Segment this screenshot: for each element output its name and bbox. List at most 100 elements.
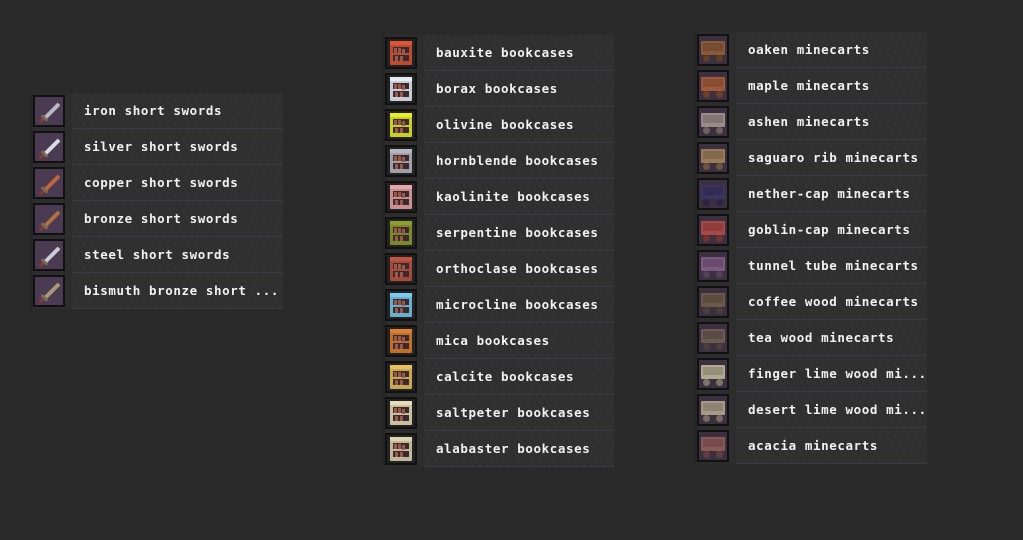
item-label-cell: desert lime wood mi... [736,392,927,428]
list-item[interactable]: hornblende bookcases [382,143,614,179]
list-item[interactable]: kaolinite bookcases [382,179,614,215]
list-item[interactable]: desert lime wood mi... [694,392,927,428]
list-item[interactable]: copper short swords [30,165,283,201]
book [400,272,403,277]
minecart-icon [697,358,729,390]
minecart-part [716,451,723,458]
list-item[interactable]: tea wood minecarts [694,320,927,356]
book [402,409,405,414]
book [394,84,397,89]
book [398,444,401,449]
book [402,337,405,342]
list-item[interactable]: ashen minecarts [694,104,927,140]
list-item[interactable]: saguaro rib minecarts [694,140,927,176]
item-label: olivine bookcases [436,117,575,132]
list-item[interactable]: borax bookcases [382,71,614,107]
minecart-icon [697,322,729,354]
book [400,308,403,313]
book [395,308,398,313]
list-item[interactable]: serpentine bookcases [382,215,614,251]
book [400,164,403,169]
minecart-part [703,91,710,98]
book [400,416,403,421]
short-sword-icon [33,239,65,271]
list-item[interactable]: iron short swords [30,93,283,129]
item-label-cell: bismuth bronze short ... [72,273,283,309]
list-item[interactable]: bauxite bookcases [382,35,614,71]
item-label-cell: finger lime wood mi... [736,356,927,392]
minecart-icon [697,250,729,282]
list-item[interactable]: alabaster bookcases [382,431,614,467]
list-item[interactable]: olivine bookcases [382,107,614,143]
list-item[interactable]: saltpeter bookcases [382,395,614,431]
book [398,228,401,233]
item-label-cell: saguaro rib minecarts [736,140,927,176]
bookcase-icon [385,397,417,429]
list-item[interactable]: steel short swords [30,237,283,273]
item-label: calcite bookcases [436,369,575,384]
book [394,156,397,161]
minecart-part [703,307,710,314]
item-label: bauxite bookcases [436,45,575,60]
item-label: bismuth bronze short ... [84,283,280,298]
list-item[interactable]: finger lime wood mi... [694,356,927,392]
list-item[interactable]: oaken minecarts [694,32,927,68]
minecart-part [703,259,723,267]
book [398,192,401,197]
minecart-part [703,127,710,134]
minecart-part [703,295,723,303]
list-item[interactable]: acacia minecarts [694,428,927,464]
list-item[interactable]: bismuth bronze short ... [30,273,283,309]
item-label: desert lime wood mi... [748,402,927,417]
item-label-cell: nether-cap minecarts [736,176,927,212]
list-item[interactable]: nether-cap minecarts [694,176,927,212]
item-label: acacia minecarts [748,438,879,453]
minecart-part [716,235,723,242]
sword-hilt [38,189,45,196]
list-item[interactable]: microcline bookcases [382,287,614,323]
minecart-part [703,43,723,51]
minecart-part [703,403,723,411]
list-item[interactable]: maple minecarts [694,68,927,104]
list-item[interactable]: silver short swords [30,129,283,165]
book [394,120,397,125]
minecart-part [716,55,723,62]
book [394,408,397,413]
list-item[interactable]: coffee wood minecarts [694,284,927,320]
item-label-cell: olivine bookcases [424,107,614,143]
bookcase-icon [385,253,417,285]
minecart-part [703,235,710,242]
item-label: tunnel tube minecarts [748,258,919,273]
item-label: serpentine bookcases [436,225,599,240]
bookcase-icon [385,145,417,177]
book [394,372,397,377]
minecart-icon [697,430,729,462]
minecarts-list: oaken minecarts maple minecarts ashen mine… [694,32,927,464]
list-item[interactable]: bronze short swords [30,201,283,237]
item-label-cell: alabaster bookcases [424,431,614,467]
bookcase-icon [385,181,417,213]
list-item[interactable]: calcite bookcases [382,359,614,395]
bookcase-part [390,437,412,441]
item-label-cell: calcite bookcases [424,359,614,395]
item-label-cell: ashen minecarts [736,104,927,140]
item-label: saltpeter bookcases [436,405,591,420]
minecart-part [703,415,710,422]
list-item[interactable]: tunnel tube minecarts [694,248,927,284]
item-label: goblin-cap minecarts [748,222,911,237]
short-sword-icon [33,131,65,163]
minecart-icon [697,214,729,246]
list-item[interactable]: goblin-cap minecarts [694,212,927,248]
minecart-part [703,379,710,386]
minecart-icon [697,178,729,210]
bookcase-part [390,365,412,369]
item-label: nether-cap minecarts [748,186,911,201]
book [402,85,405,90]
item-label-cell: serpentine bookcases [424,215,614,251]
book [395,416,398,421]
item-label: silver short swords [84,139,239,154]
item-label-cell: mica bookcases [424,323,614,359]
minecart-part [703,343,710,350]
list-item[interactable]: orthoclase bookcases [382,251,614,287]
list-item[interactable]: mica bookcases [382,323,614,359]
